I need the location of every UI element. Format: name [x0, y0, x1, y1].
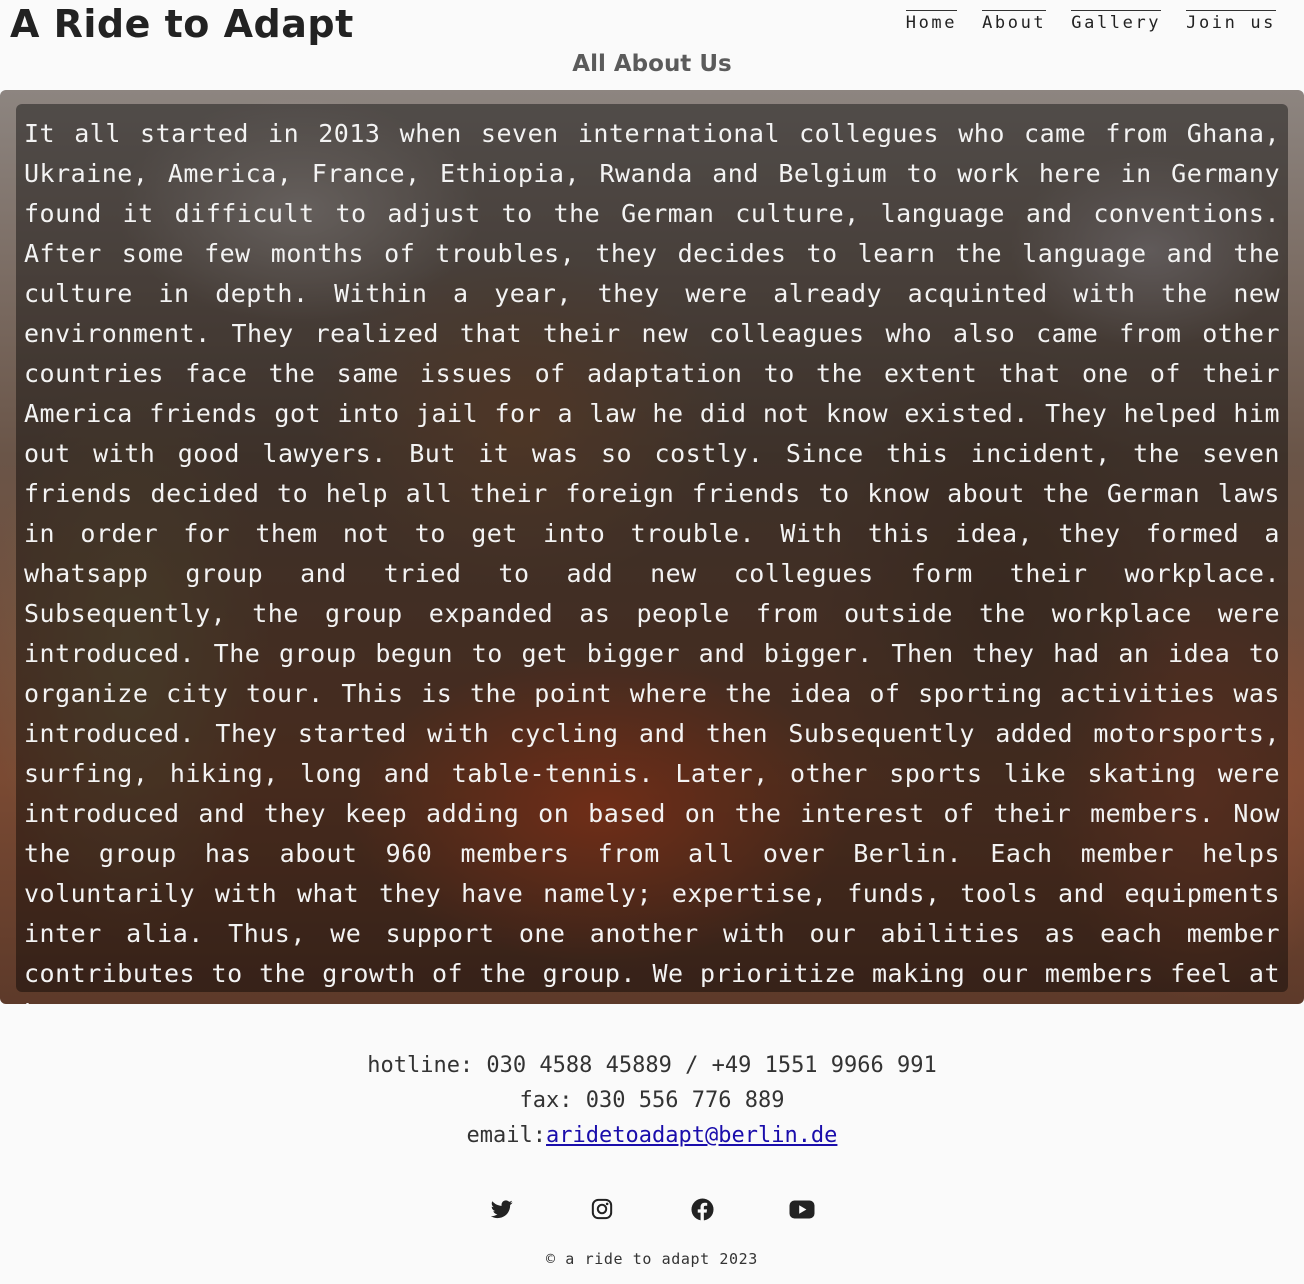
email-link[interactable]: aridetoadapt@berlin.de	[546, 1123, 837, 1148]
email-line: email:aridetoadapt@berlin.de	[0, 1118, 1304, 1153]
hotline-text: hotline: 030 4588 45889 / +49 1551 9966 …	[367, 1053, 937, 1078]
nav-about-link[interactable]: About	[982, 10, 1047, 33]
nav-join-us-link[interactable]: Join us	[1186, 10, 1276, 33]
twitter-icon[interactable]	[484, 1194, 520, 1224]
main-nav: Home About Gallery Join us	[905, 10, 1276, 33]
youtube-icon[interactable]	[784, 1194, 820, 1224]
copyright-text: © a ride to adapt 2023	[546, 1250, 758, 1268]
hero-background-image: It all started in 2013 when seven intern…	[0, 90, 1304, 1004]
email-label: email:	[466, 1123, 547, 1148]
nav-gallery-link[interactable]: Gallery	[1071, 10, 1162, 33]
fax-text: fax: 030 556 776 889	[519, 1088, 785, 1113]
site-title: A Ride to Adapt	[10, 2, 354, 46]
page-heading: All About Us	[572, 51, 732, 77]
instagram-icon[interactable]	[584, 1194, 620, 1224]
facebook-icon[interactable]	[684, 1194, 720, 1224]
social-links	[0, 1194, 1304, 1224]
contact-info: hotline: 030 4588 45889 / +49 1551 9966 …	[0, 1048, 1304, 1153]
about-text-panel: It all started in 2013 when seven intern…	[16, 104, 1288, 1004]
about-paragraph: It all started in 2013 when seven intern…	[24, 119, 1280, 1004]
nav-home-link[interactable]: Home	[905, 10, 958, 33]
